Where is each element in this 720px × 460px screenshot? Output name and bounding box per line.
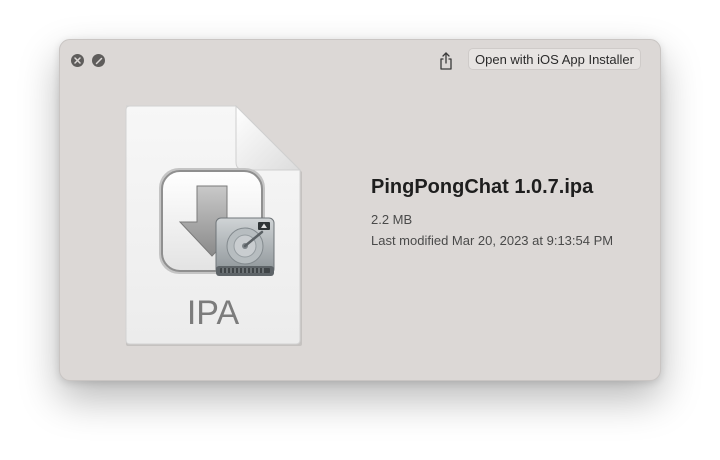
close-icon[interactable] (71, 54, 84, 67)
file-name: PingPongChat 1.0.7.ipa (371, 176, 594, 198)
share-icon (440, 52, 452, 70)
ipa-file-icon: IPA (125, 104, 302, 346)
share-button[interactable] (436, 50, 456, 72)
desktop-background: Open with iOS App Installer IPA PingPong… (0, 0, 720, 460)
open-with-app-button[interactable]: Open with iOS App Installer (468, 48, 641, 70)
file-type-label: IPA (187, 294, 240, 332)
file-size: 2.2 MB (371, 212, 413, 227)
quick-look-window: Open with iOS App Installer IPA PingPong… (59, 39, 661, 381)
file-info: PingPongChat 1.0.7.ipa 2.2 MB Last modif… (371, 176, 651, 248)
file-modified-date: Last modified Mar 20, 2023 at 9:13:54 PM (371, 233, 614, 248)
fullscreen-icon[interactable] (92, 54, 105, 67)
